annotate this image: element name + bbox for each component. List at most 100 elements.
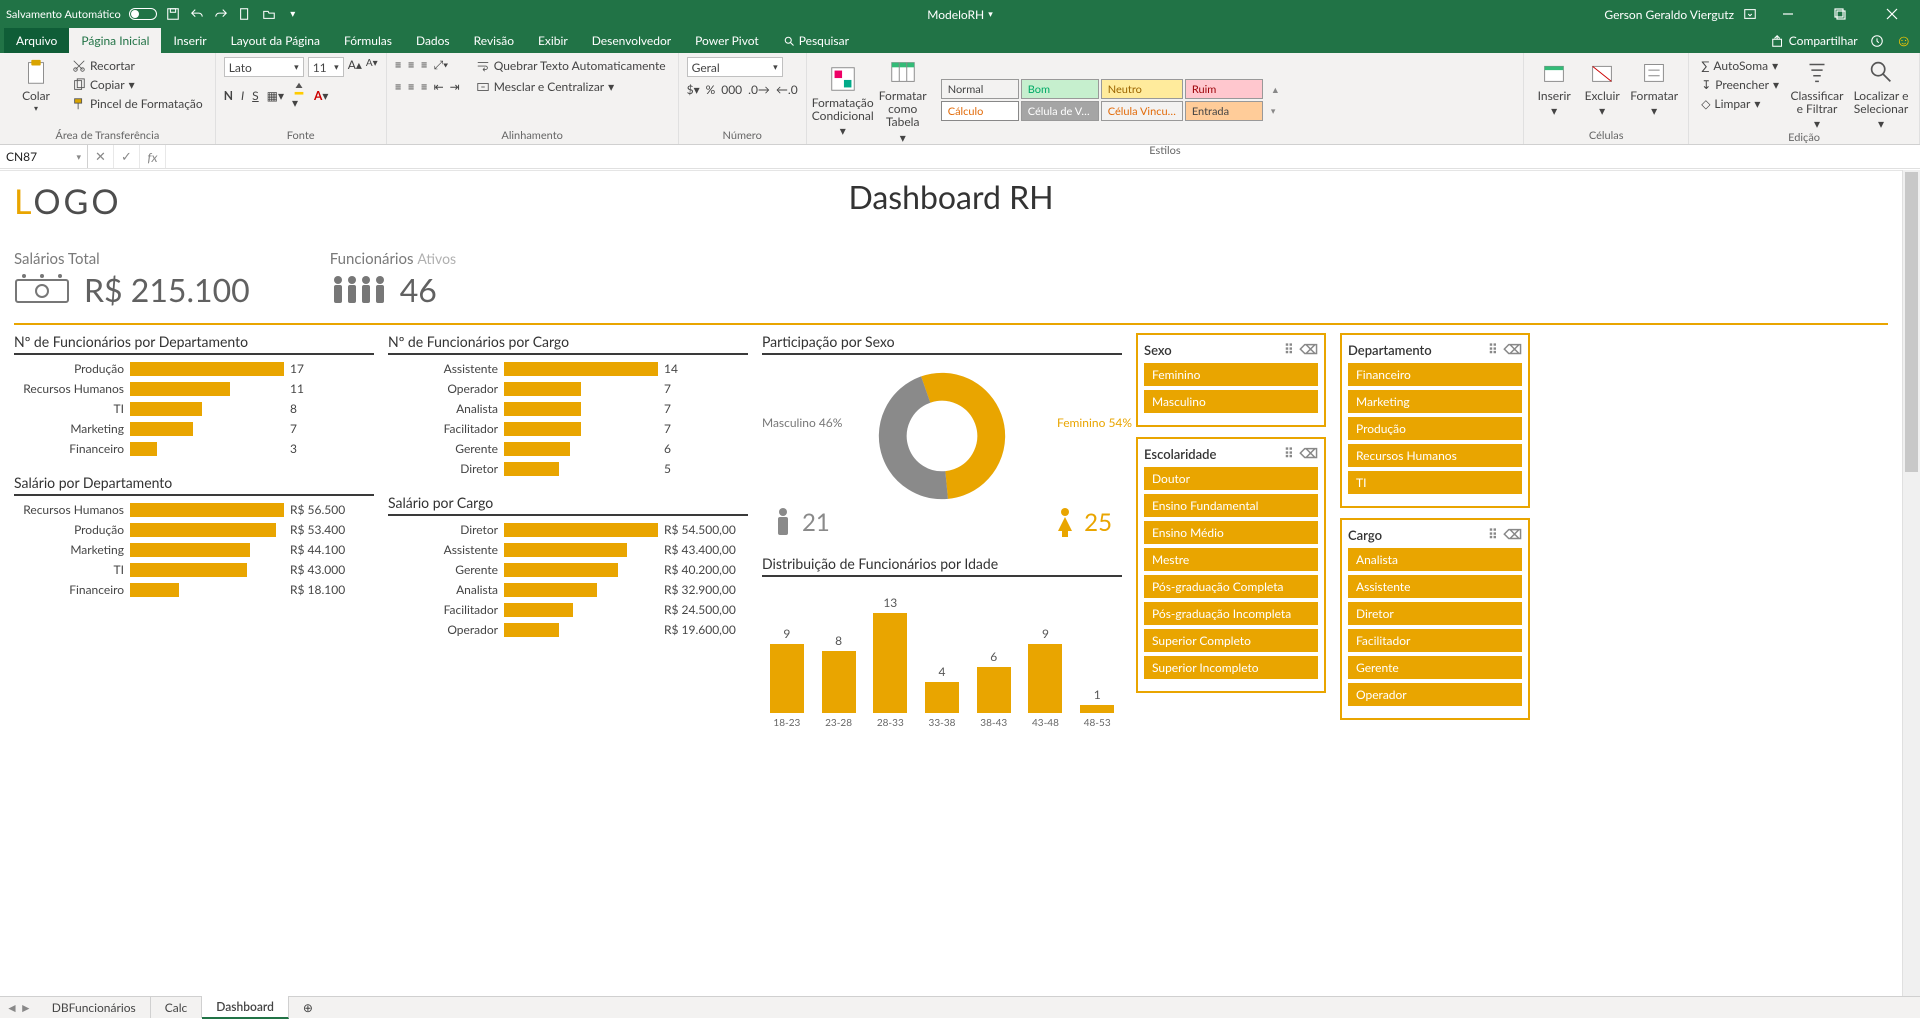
tab-scroll-right-icon[interactable]: ► (20, 1000, 32, 1015)
sort-filter-button[interactable]: Classificar e Filtrar▾ (1787, 57, 1847, 131)
slicer-item[interactable]: Superior Completo (1144, 629, 1318, 652)
qat-more-icon[interactable]: ▾ (285, 6, 301, 22)
indent-inc-icon[interactable]: ⇥ (450, 79, 460, 94)
merge-button[interactable]: Mesclar e Centralizar ▾ (472, 78, 670, 95)
tab-dashboard[interactable]: Dashboard (202, 996, 289, 1019)
slicer-item[interactable]: Superior Incompleto (1144, 656, 1318, 679)
underline-button[interactable]: S (252, 88, 259, 103)
style-good[interactable]: Bom (1021, 79, 1099, 99)
format-cells-button[interactable]: Formatar▾ (1628, 57, 1680, 117)
font-name[interactable]: Lato▾ (224, 57, 304, 77)
fill-color-button[interactable]: ▾ (292, 81, 306, 110)
new-sheet-button[interactable]: ⊕ (289, 997, 327, 1018)
slicer-item[interactable]: Diretor (1348, 602, 1522, 625)
slicer-item[interactable]: Analista (1348, 548, 1522, 571)
paste-button[interactable]: Colar▾ (8, 57, 64, 113)
tab-calc[interactable]: Calc (151, 997, 203, 1018)
slicer-item[interactable]: Mestre (1144, 548, 1318, 571)
style-linked[interactable]: Célula Vincu… (1101, 101, 1183, 121)
open-icon[interactable] (261, 6, 277, 22)
slicer-item[interactable]: Doutor (1144, 467, 1318, 490)
style-neutral[interactable]: Neutro (1101, 79, 1183, 99)
conditional-format-button[interactable]: Formatação Condicional▾ (815, 64, 871, 138)
currency-icon[interactable]: $▾ (687, 82, 700, 97)
insert-cells-button[interactable]: Inserir▾ (1532, 57, 1576, 117)
slicer-item[interactable]: Recursos Humanos (1348, 444, 1522, 467)
dec-inc-icon[interactable]: .0→ (748, 82, 770, 97)
slicer-item[interactable]: Marketing (1348, 390, 1522, 413)
multiselect-icon[interactable]: ⠿ (1488, 341, 1498, 358)
maximize-button[interactable] (1818, 0, 1862, 28)
tab-view[interactable]: Exibir (526, 28, 580, 53)
slicer-item[interactable]: Financeiro (1348, 363, 1522, 386)
font-size[interactable]: 11▾ (308, 57, 344, 77)
clear-filter-icon[interactable]: ⌫ (1504, 526, 1522, 543)
history-icon[interactable] (1870, 34, 1884, 48)
styles-up-icon[interactable]: ▲ (1271, 84, 1280, 95)
percent-icon[interactable]: % (706, 82, 716, 97)
autosum-button[interactable]: ∑ AutoSoma ▾ (1697, 57, 1783, 74)
style-bad[interactable]: Ruim (1185, 79, 1263, 99)
copy-button[interactable]: Copiar ▾ (68, 76, 207, 93)
slicer-item[interactable]: Pós-graduação Incompleta (1144, 602, 1318, 625)
new-icon[interactable] (237, 6, 253, 22)
find-select-button[interactable]: Localizar e Selecionar▾ (1851, 57, 1911, 131)
clear-filter-icon[interactable]: ⌫ (1300, 341, 1318, 358)
tab-file[interactable]: Arquivo (4, 28, 69, 53)
align-right-icon[interactable]: ≡ (421, 79, 428, 94)
autosave-toggle[interactable] (129, 8, 157, 20)
fx-icon[interactable]: fx (140, 145, 166, 168)
delete-cells-button[interactable]: Excluir▾ (1580, 57, 1624, 117)
slicer-item[interactable]: TI (1348, 471, 1522, 494)
vertical-scrollbar[interactable] (1902, 170, 1920, 996)
redo-icon[interactable] (213, 6, 229, 22)
tab-layout[interactable]: Layout da Página (219, 28, 332, 53)
style-calc[interactable]: Cálculo (941, 101, 1019, 121)
thousands-icon[interactable]: 000 (721, 82, 742, 97)
style-check[interactable]: Célula de V… (1021, 101, 1099, 121)
orientation-icon[interactable]: ⤢▾ (434, 57, 449, 73)
format-as-table-button[interactable]: Formatar como Tabela▾ (875, 57, 931, 144)
slicer-item[interactable]: Produção (1348, 417, 1522, 440)
tab-dbfuncionarios[interactable]: DBFuncionários (38, 997, 151, 1018)
tab-powerpivot[interactable]: Power Pivot (683, 28, 771, 53)
tab-data[interactable]: Dados (404, 28, 462, 53)
slicer-item[interactable]: Masculino (1144, 390, 1318, 413)
multiselect-icon[interactable]: ⠿ (1284, 341, 1294, 358)
emoji-icon[interactable]: ☺ (1896, 31, 1912, 51)
cancel-fx-icon[interactable]: ✕ (88, 145, 114, 168)
tab-developer[interactable]: Desenvolvedor (580, 28, 683, 53)
minimize-button[interactable] (1766, 0, 1810, 28)
increase-font-icon[interactable]: A▴ (348, 57, 362, 77)
cut-button[interactable]: Recortar (68, 57, 207, 74)
user-name[interactable]: Gerson Geraldo Viergutz (1604, 7, 1734, 22)
tab-home[interactable]: Página Inicial (69, 28, 161, 53)
decrease-font-icon[interactable]: A▾ (366, 57, 378, 77)
slicer-item[interactable]: Assistente (1348, 575, 1522, 598)
worksheet[interactable]: LOGO Dashboard RH Salários Total R$ 215.… (0, 170, 1902, 996)
multiselect-icon[interactable]: ⠿ (1488, 526, 1498, 543)
align-bot-icon[interactable]: ≡ (421, 57, 428, 73)
italic-button[interactable]: I (241, 88, 244, 103)
undo-icon[interactable] (189, 6, 205, 22)
format-painter-button[interactable]: Pincel de Formatação (68, 95, 207, 112)
save-icon[interactable] (165, 6, 181, 22)
tab-scroll-left-icon[interactable]: ◄ (6, 1000, 18, 1015)
slicer-item[interactable]: Ensino Médio (1144, 521, 1318, 544)
share-button[interactable]: Compartilhar (1771, 33, 1858, 48)
fill-button[interactable]: ↧ Preencher ▾ (1697, 76, 1783, 93)
tab-formulas[interactable]: Fórmulas (332, 28, 404, 53)
indent-dec-icon[interactable]: ⇤ (434, 79, 444, 94)
name-box[interactable]: CN87▾ (0, 145, 88, 168)
number-format[interactable]: Geral▾ (687, 57, 783, 77)
align-mid-icon[interactable]: ≡ (408, 57, 415, 73)
slicer-item[interactable]: Operador (1348, 683, 1522, 706)
multiselect-icon[interactable]: ⠿ (1284, 445, 1294, 462)
slicer-item[interactable]: Facilitador (1348, 629, 1522, 652)
close-button[interactable] (1870, 0, 1914, 28)
clear-button[interactable]: ◇ Limpar ▾ (1697, 95, 1783, 112)
search-box[interactable]: Pesquisar (771, 28, 861, 53)
style-normal[interactable]: Normal (941, 79, 1019, 99)
align-center-icon[interactable]: ≡ (408, 79, 415, 94)
slicer-item[interactable]: Feminino (1144, 363, 1318, 386)
